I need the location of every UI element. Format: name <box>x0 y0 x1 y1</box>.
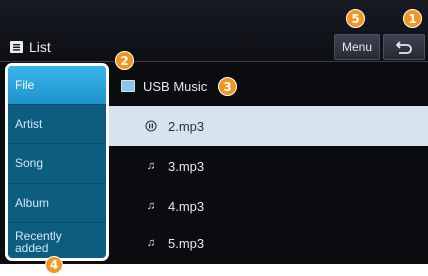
music-note-icon: ♫ <box>146 237 156 249</box>
folder-row[interactable]: USB Music <box>109 66 428 106</box>
callout-badge-5: 5 <box>346 9 365 28</box>
music-note-icon: ♫ <box>146 200 156 212</box>
sidebar-item-artist[interactable]: Artist <box>8 105 106 145</box>
file-list: USB Music 2.mp3 ♫ 3.mp3 ♫ 4.mp3 ♫ 5.mp3 <box>109 63 428 264</box>
sidebar-item-album[interactable]: Album <box>8 184 106 223</box>
category-sidebar: File Artist Song Album Recently added <box>5 63 109 261</box>
track-row[interactable]: ♫ 4.mp3 <box>109 186 428 226</box>
track-label: 5.mp3 <box>168 235 205 251</box>
music-note-icon: ♫ <box>146 160 156 172</box>
list-icon <box>10 41 23 53</box>
header-bar: List Menu <box>0 0 428 62</box>
back-button[interactable] <box>383 34 425 60</box>
media-list-screen: List Menu File Artist Song Album Recentl… <box>0 0 428 264</box>
track-label: 4.mp3 <box>168 198 205 214</box>
folder-icon <box>121 80 135 92</box>
track-row[interactable]: ♫ 3.mp3 <box>109 146 428 186</box>
callout-badge-3: 3 <box>218 77 237 96</box>
track-row-playing[interactable]: 2.mp3 <box>109 106 428 146</box>
page-title-text: List <box>29 39 51 55</box>
callout-badge-1: 1 <box>403 9 422 28</box>
menu-button[interactable]: Menu <box>334 34 380 60</box>
sidebar-item-file[interactable]: File <box>8 66 106 106</box>
pause-icon <box>143 120 159 132</box>
sidebar-item-song[interactable]: Song <box>8 144 106 184</box>
page-title: List <box>10 37 51 57</box>
sidebar-item-recently-added[interactable]: Recently added <box>8 223 78 258</box>
callout-badge-2: 2 <box>115 51 134 70</box>
folder-label: USB Music <box>143 78 208 94</box>
track-label: 2.mp3 <box>168 118 205 134</box>
track-row[interactable]: ♫ 5.mp3 <box>109 223 428 263</box>
track-label: 3.mp3 <box>168 158 205 174</box>
callout-badge-4: 4 <box>45 256 63 274</box>
back-arrow-icon <box>396 41 412 54</box>
